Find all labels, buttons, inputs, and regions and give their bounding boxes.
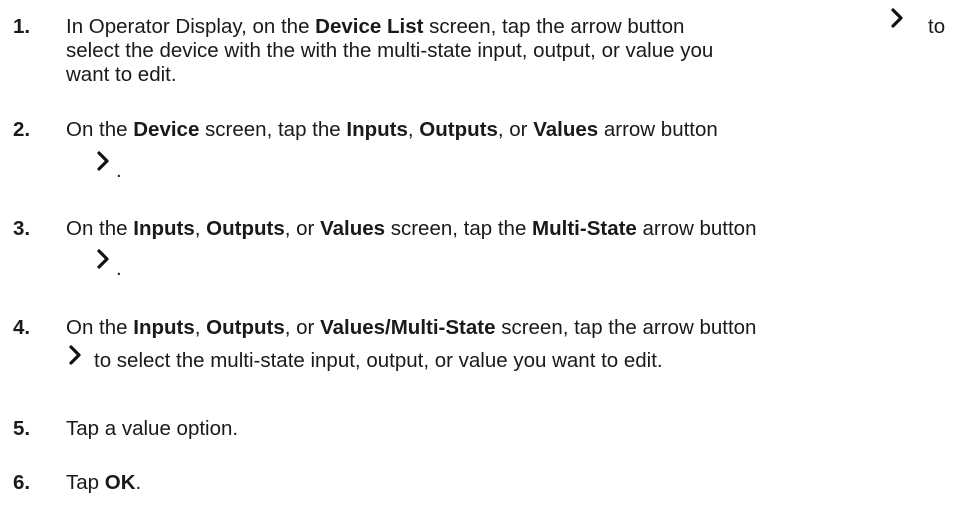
step-text-line: On the Inputs, Outputs, or Values/Multi-… — [66, 316, 757, 339]
step-text-line: In Operator Display, on the Device List … — [66, 15, 685, 38]
step-text-line: On the Device screen, tap the Inputs, Ou… — [66, 118, 718, 141]
step-text-after-icon: . — [116, 159, 122, 182]
step-text-after-icon: to — [928, 15, 946, 38]
step-text-line: On the Inputs, Outputs, or Values screen… — [66, 217, 757, 240]
step-number: 4. — [13, 316, 31, 339]
chevron-right-icon — [69, 345, 81, 365]
step-text-line: want to edit. — [66, 63, 177, 86]
step-text-line: Tap OK. — [66, 471, 142, 494]
step-number: 1. — [13, 15, 31, 38]
step-number: 3. — [13, 217, 31, 240]
step-text-after-icon: to select the multi-state input, output,… — [94, 349, 663, 372]
step-text-line: Tap a value option. — [66, 417, 239, 440]
chevron-right-icon — [891, 8, 903, 28]
chevron-right-icon — [97, 151, 109, 171]
step-number: 6. — [13, 471, 31, 494]
step-text-after-icon: . — [116, 257, 122, 280]
step-text-line: select the device with the with the mult… — [66, 39, 714, 62]
chevron-right-icon — [97, 249, 109, 269]
step-number: 2. — [13, 118, 31, 141]
step-number: 5. — [13, 417, 31, 440]
procedure-steps: 1. In Operator Display, on the Device Li… — [0, 0, 967, 529]
